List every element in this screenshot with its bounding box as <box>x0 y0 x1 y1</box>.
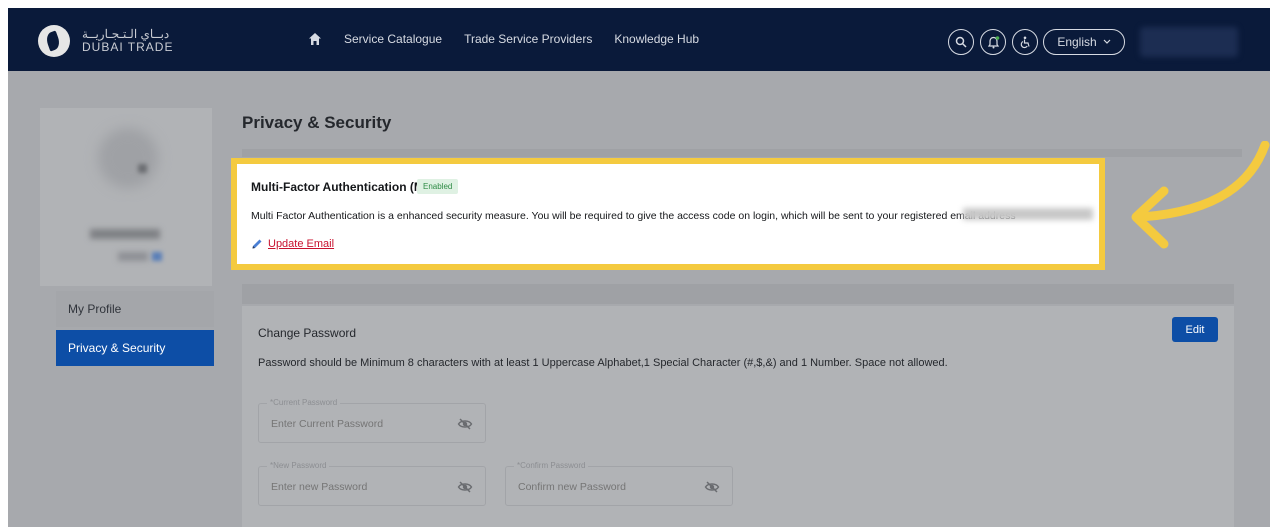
avatar <box>98 128 158 188</box>
change-password-section: Change Password Edit Password should be … <box>242 306 1234 527</box>
profile-role-redacted <box>118 252 148 261</box>
home-icon[interactable] <box>308 32 322 46</box>
change-password-title: Change Password <box>258 326 357 340</box>
update-email-label: Update Email <box>268 238 335 250</box>
profile-name-redacted <box>90 229 160 239</box>
sidebar-item-privacy-security[interactable]: Privacy & Security <box>56 330 214 366</box>
password-rules-text: Password should be Minimum 8 characters … <box>258 357 948 369</box>
eye-slash-icon[interactable] <box>704 479 720 495</box>
mfa-section: Multi-Factor Authentication (MFA) Enable… <box>231 158 1105 270</box>
confirm-password-input[interactable] <box>518 481 678 493</box>
title-divider <box>242 149 1242 157</box>
search-icon <box>955 36 967 48</box>
current-password-field[interactable]: *Current Password <box>258 398 486 443</box>
chevron-down-icon <box>1103 39 1111 44</box>
bell-icon <box>987 35 999 48</box>
pencil-icon <box>252 239 262 249</box>
sidebar-item-my-profile[interactable]: My Profile <box>56 291 214 327</box>
new-password-field[interactable]: *New Password <box>258 461 486 506</box>
confirm-password-field[interactable]: *Confirm Password <box>505 461 733 506</box>
accessibility-button[interactable] <box>1012 29 1038 55</box>
verified-badge-icon <box>152 252 162 261</box>
eye-slash-icon[interactable] <box>457 416 473 432</box>
nav-knowledge-hub[interactable]: Knowledge Hub <box>614 32 699 46</box>
new-password-label: *New Password <box>267 461 330 470</box>
logo-arabic-text: دبــاي الـتـجـاريــة <box>82 27 170 41</box>
edit-button[interactable]: Edit <box>1172 317 1218 342</box>
eye-slash-icon[interactable] <box>457 479 473 495</box>
search-button[interactable] <box>948 29 974 55</box>
user-account-menu[interactable] <box>1140 27 1238 57</box>
confirm-password-label: *Confirm Password <box>514 461 589 470</box>
new-password-input[interactable] <box>271 481 431 493</box>
mfa-title: Multi-Factor Authentication (MFA) <box>251 180 444 194</box>
accessibility-icon <box>1020 36 1030 48</box>
curved-arrow-annotation <box>1131 141 1270 249</box>
main-nav: Service Catalogue Trade Service Provider… <box>308 32 699 46</box>
mfa-description: Multi Factor Authentication is a enhance… <box>251 210 1016 222</box>
update-email-link[interactable]: Update Email <box>251 238 334 250</box>
page-frame: دبــاي الـتـجـاريــة DUBAI TRADE Service… <box>8 8 1270 527</box>
language-selector[interactable]: English <box>1043 29 1125 55</box>
language-label: English <box>1057 35 1097 49</box>
avatar-placeholder <box>138 164 147 173</box>
current-password-input[interactable] <box>271 418 431 430</box>
section-divider <box>242 284 1234 304</box>
dubai-trade-logo-icon[interactable] <box>38 25 70 57</box>
notifications-button[interactable] <box>980 29 1006 55</box>
nav-service-catalogue[interactable]: Service Catalogue <box>344 32 442 46</box>
logo-english-text: DUBAI TRADE <box>82 40 174 54</box>
nav-trade-service-providers[interactable]: Trade Service Providers <box>464 32 592 46</box>
mfa-status-badge: Enabled <box>417 179 459 194</box>
registered-email-redacted <box>963 208 1093 220</box>
current-password-label: *Current Password <box>267 398 341 407</box>
page-title: Privacy & Security <box>242 113 392 132</box>
top-header: دبــاي الـتـجـاريــة DUBAI TRADE Service… <box>8 8 1270 71</box>
